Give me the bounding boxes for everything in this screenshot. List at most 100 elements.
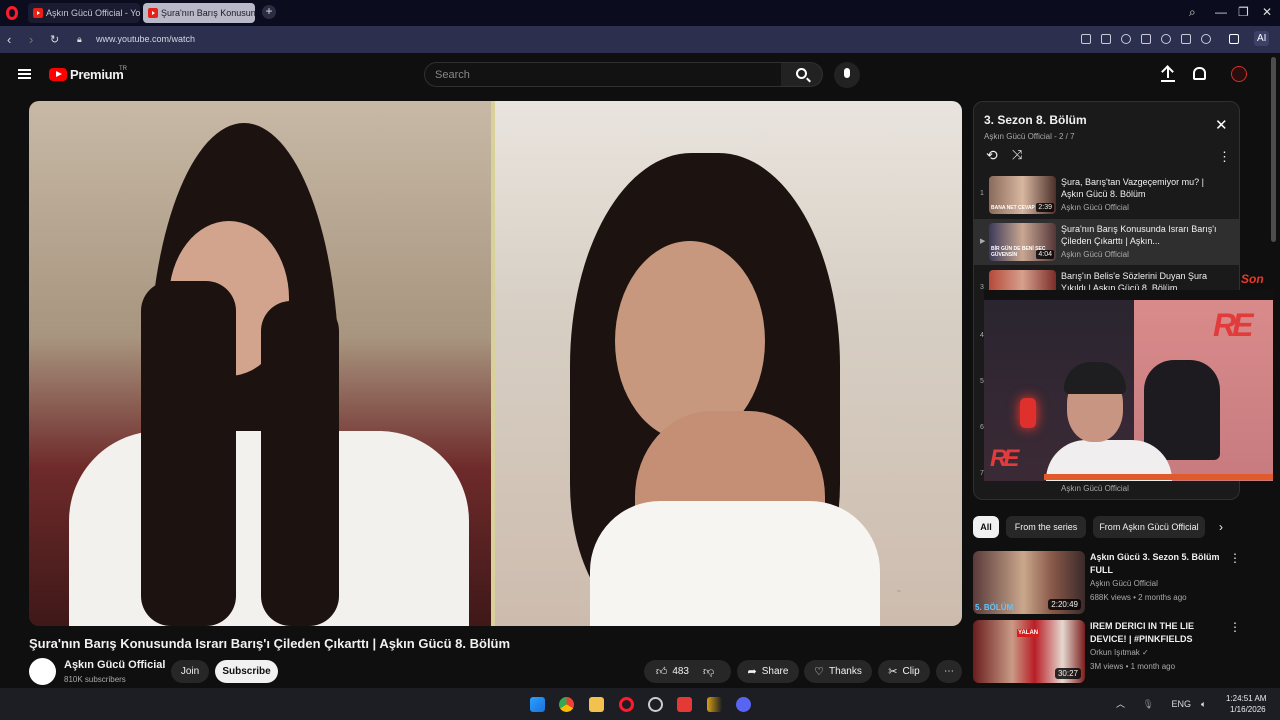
recommendation-title[interactable]: IREM DERICI IN THE LIE DEVICE! | #PINKFI…: [1090, 620, 1220, 646]
thumbs-down-icon[interactable]: 👎︎: [703, 665, 714, 678]
hamburger-menu-icon[interactable]: [18, 69, 31, 79]
extension-icon[interactable]: [1229, 34, 1239, 44]
recommendation-item[interactable]: 5. BÖLÜM 2:20:49 Aşkın Gücü 3. Sezon 5. …: [973, 551, 1253, 615]
youtube-logo-icon[interactable]: [49, 68, 67, 81]
file-explorer-icon[interactable]: [589, 697, 604, 712]
tab-label: Aşkın Gücü Official - YouT: [46, 8, 140, 18]
app-icon[interactable]: [707, 697, 722, 712]
more-actions-button[interactable]: ⋯: [936, 660, 962, 683]
camera-icon[interactable]: [1101, 34, 1111, 44]
streamer-logo: RE: [990, 445, 1019, 472]
duration-badge: 2:20:49: [1048, 599, 1081, 610]
search-icon: [796, 68, 807, 79]
playlist-item[interactable]: 1 BANA NET CEVAP 2:39 Şura, Barış'tan Va…: [974, 172, 1239, 218]
join-button[interactable]: Join: [171, 660, 209, 683]
channel-avatar[interactable]: [29, 658, 56, 685]
url-field[interactable]: www.youtube.com/watch: [96, 34, 195, 44]
search-button[interactable]: [781, 62, 823, 87]
thumbnail-caption: YALAN: [1017, 629, 1040, 637]
channel-name[interactable]: Aşkın Gücü Official: [64, 659, 165, 671]
upload-icon[interactable]: [1161, 66, 1175, 82]
reload-icon[interactable]: ↻: [50, 33, 59, 46]
new-tab-button[interactable]: +: [262, 5, 276, 19]
opera-icon[interactable]: [619, 697, 634, 712]
playlist-menu-icon[interactable]: ⋮: [1218, 149, 1231, 165]
language-indicator[interactable]: ENG: [1171, 699, 1191, 709]
opera-logo-icon[interactable]: [6, 6, 18, 20]
windows-start-icon[interactable]: [530, 697, 545, 712]
shuffle-icon[interactable]: ⤨: [1012, 147, 1022, 163]
loop-icon[interactable]: ⟲: [986, 147, 998, 164]
playlist-title[interactable]: 3. Sezon 8. Bölüm: [984, 113, 1087, 127]
recommendation-channel[interactable]: Aşkın Gücü Official: [1090, 579, 1158, 588]
video-watermark: ~: [897, 589, 901, 595]
like-dislike-group: 👍︎ 483 👎︎: [644, 660, 731, 683]
clip-button[interactable]: ✂ Clip: [878, 660, 930, 683]
chip-from-series[interactable]: From the series: [1006, 516, 1086, 538]
thumbs-up-icon[interactable]: 👍︎: [656, 665, 668, 678]
clip-label: Clip: [902, 666, 920, 677]
forward-arrow-icon[interactable]: ›: [29, 32, 33, 47]
chevron-up-icon[interactable]: ︿: [1116, 699, 1125, 709]
playlist-item-current[interactable]: ▶ BİR GÜN DE BENİ SEÇ GÜVENSİN 4:04 Şura…: [974, 219, 1239, 265]
profile-icon[interactable]: [1201, 34, 1211, 44]
close-icon[interactable]: ✕: [1215, 116, 1228, 134]
recommendation-channel[interactable]: Orkun Işıtmak ✓: [1090, 648, 1149, 657]
close-window-button[interactable]: ✕: [1262, 5, 1272, 19]
chevron-right-icon[interactable]: ›: [1219, 520, 1223, 534]
recommendation-thumbnail[interactable]: YALAN 30:27: [973, 620, 1085, 683]
search-input[interactable]: Search: [424, 62, 782, 87]
clock-date[interactable]: 1/16/2026: [1230, 705, 1266, 714]
opera-gx-icon[interactable]: [648, 697, 663, 712]
playlist-item-channel: Aşkın Gücü Official: [1061, 203, 1129, 212]
like-count[interactable]: 483: [672, 666, 689, 677]
minimize-button[interactable]: —: [1215, 5, 1227, 19]
more-vert-icon[interactable]: ⋮: [1229, 551, 1241, 565]
account-avatar[interactable]: [1231, 66, 1247, 82]
share-label: Share: [761, 666, 789, 677]
back-arrow-icon[interactable]: ‹: [7, 32, 11, 47]
video-player[interactable]: [29, 101, 962, 626]
son-badge: Son: [1241, 272, 1264, 286]
subscribe-button[interactable]: Subscribe: [215, 660, 278, 683]
chrome-icon[interactable]: [559, 697, 574, 712]
youtube-premium-wordmark[interactable]: Premium: [70, 67, 124, 82]
duration-badge: 4:04: [1036, 250, 1054, 259]
browser-tab-video[interactable]: Şura'nın Barış Konusunda: [143, 3, 255, 23]
thanks-button[interactable]: ♡ Thanks: [804, 660, 872, 683]
playlist-item-channel: Aşkın Gücü Official: [1061, 250, 1129, 259]
chip-from-channel[interactable]: From Aşkın Gücü Official: [1093, 516, 1205, 538]
ai-button[interactable]: AI: [1254, 31, 1270, 46]
recommendation-meta: 688K views • 2 months ago: [1090, 593, 1187, 602]
discord-icon[interactable]: [736, 697, 751, 712]
video-frame-left: [29, 101, 491, 626]
lock-icon: 🔒︎: [77, 34, 82, 44]
notifications-bell-icon[interactable]: [1193, 67, 1206, 80]
more-vert-icon[interactable]: ⋮: [1229, 620, 1241, 634]
clock-time[interactable]: 1:24:51 AM: [1226, 694, 1266, 703]
shield-icon[interactable]: [1121, 34, 1131, 44]
thanks-label: Thanks: [829, 666, 862, 677]
voice-search-button[interactable]: [834, 62, 860, 88]
chip-all[interactable]: All: [973, 516, 999, 538]
youtube-favicon-icon: [148, 8, 158, 18]
browser-tab-channel[interactable]: Aşkın Gücü Official - YouT: [28, 3, 140, 23]
heart-icon[interactable]: [1161, 34, 1171, 44]
now-playing-icon: ▶: [980, 238, 986, 245]
menu-lines-icon[interactable]: [1181, 34, 1191, 44]
recommendation-title[interactable]: Aşkın Gücü 3. Sezon 5. Bölüm FULL: [1090, 551, 1220, 577]
microphone-icon[interactable]: 🎙︎: [1143, 699, 1154, 709]
edit-icon[interactable]: [1081, 34, 1091, 44]
recommendation-item[interactable]: YALAN 30:27 IREM DERICI IN THE LIE DEVIC…: [973, 620, 1253, 684]
share-button[interactable]: ➦ Share: [737, 660, 799, 683]
country-code: TR: [119, 66, 127, 72]
recommendation-thumbnail[interactable]: 5. BÖLÜM 2:20:49: [973, 551, 1085, 614]
play-icon[interactable]: [1141, 34, 1151, 44]
tab-search-icon[interactable]: ⌕: [1189, 5, 1196, 20]
playlist-subtitle: Aşkın Gücü Official - 2 / 7: [984, 132, 1075, 141]
windows-taskbar: [0, 688, 1280, 720]
app-icon[interactable]: [677, 697, 692, 712]
maximize-button[interactable]: ❐: [1238, 5, 1249, 19]
volume-icon[interactable]: 🔈︎: [1201, 699, 1206, 709]
page-scrollbar[interactable]: [1271, 57, 1276, 242]
